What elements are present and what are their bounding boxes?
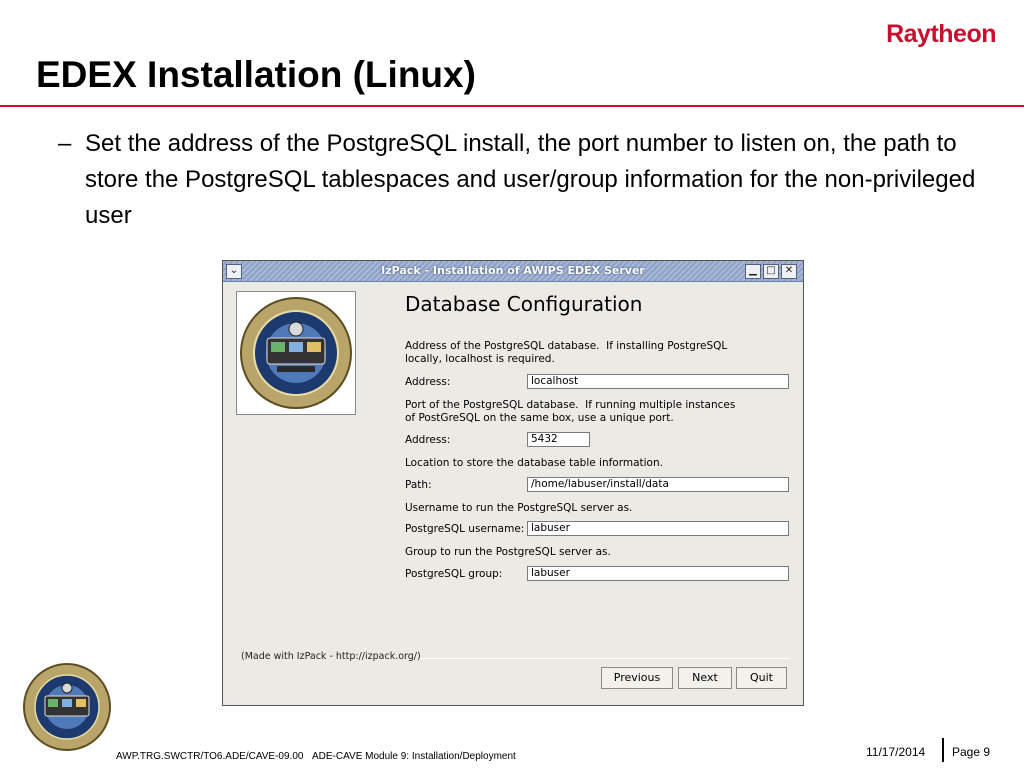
izpack-credit: (Made with IzPack - http://izpack.org/) [241,651,421,662]
raytheon-awips-seal-icon [240,297,352,409]
footer-separator [942,738,944,762]
raytheon-logo: Raytheon [886,20,996,48]
bullet-point: – Set the address of the PostgreSQL inst… [58,126,998,234]
path-label: Path: [405,479,432,491]
address-description: Address of the PostgreSQL database. If i… [405,340,728,365]
installer-window: ⌄ IzPack - Installation of AWIPS EDEX Se… [222,260,804,706]
next-button[interactable]: Next [678,667,732,689]
path-description: Location to store the database table inf… [405,457,663,469]
page-heading: Database Configuration [405,292,643,316]
footer-doc-id: AWP.TRG.SWCTR/TO6.ADE/CAVE-09.00 [116,751,304,762]
quit-button[interactable]: Quit [736,667,787,689]
window-titlebar[interactable]: ⌄ IzPack - Installation of AWIPS EDEX Se… [223,261,803,282]
title-rule [0,105,1024,107]
footer-page-number: Page 9 [952,745,991,759]
port-input[interactable]: 5432 [527,432,590,447]
port-label: Address: [405,434,451,446]
username-input[interactable]: labuser [527,521,789,536]
group-input[interactable]: labuser [527,566,789,581]
footer-seal-icon [23,663,111,751]
username-description: Username to run the PostgreSQL server as… [405,502,633,514]
seal-image-frame [236,291,356,415]
address-input[interactable]: localhost [527,374,789,389]
port-description: Port of the PostgreSQL database. If runn… [405,399,736,424]
address-label: Address: [405,376,451,388]
bullet-text: Set the address of the PostgreSQL instal… [85,130,976,229]
username-label: PostgreSQL username: [405,523,525,535]
minimize-button[interactable]: ▁ [745,264,761,279]
group-description: Group to run the PostgreSQL server as. [405,546,611,558]
window-title: IzPack - Installation of AWIPS EDEX Serv… [381,264,645,277]
group-label: PostgreSQL group: [405,568,503,580]
previous-button[interactable]: Previous [601,667,673,689]
minimize-icon: ▁ [749,265,757,276]
path-input[interactable]: /home/labuser/install/data [527,477,789,492]
footer-module: ADE-CAVE Module 9: Installation/Deployme… [312,751,516,762]
maximize-icon: □ [766,265,776,276]
credit-divider [420,658,790,659]
slide-title: EDEX Installation (Linux) [36,54,476,95]
close-icon: ✕ [784,265,794,276]
maximize-button[interactable]: □ [763,264,779,279]
bullet-dash: – [58,130,72,157]
footer-date: 11/17/2014 [866,745,926,759]
close-button[interactable]: ✕ [781,264,797,279]
